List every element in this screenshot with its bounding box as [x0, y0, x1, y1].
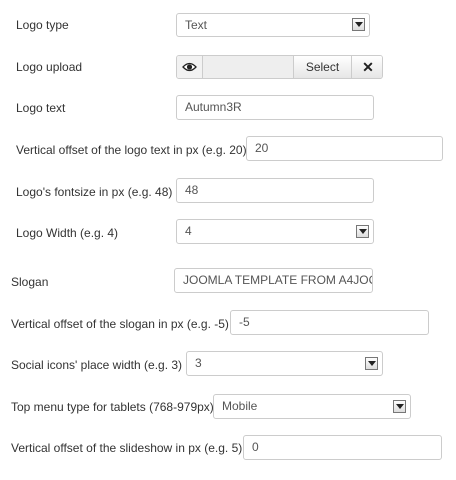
- slogan-offset-label: Vertical offset of the slogan in px (e.g…: [11, 317, 229, 331]
- slideshow-offset-label: Vertical offset of the slideshow in px (…: [11, 441, 243, 455]
- slogan-offset-input[interactable]: -5: [230, 310, 429, 335]
- chevron-down-icon[interactable]: [365, 356, 378, 370]
- slogan-input[interactable]: JOOMLA TEMPLATE FROM A4JOOMLA: [174, 268, 373, 293]
- logo-type-value: Text: [185, 18, 208, 32]
- logo-fontsize-label: Logo's fontsize in px (e.g. 48): [16, 185, 173, 199]
- logo-text-offset-input[interactable]: 20: [246, 136, 443, 161]
- logo-text-label: Logo text: [16, 101, 66, 115]
- logo-fontsize-input[interactable]: 48: [176, 178, 374, 203]
- close-icon[interactable]: ✕: [351, 56, 382, 78]
- logo-width-label: Logo Width (e.g. 4): [16, 226, 119, 240]
- slogan-label: Slogan: [11, 275, 49, 289]
- chevron-down-icon[interactable]: [393, 399, 406, 413]
- logo-upload-label: Logo upload: [16, 60, 83, 74]
- tablet-menu-value: Mobile: [222, 399, 258, 413]
- logo-upload-path: [203, 56, 293, 78]
- template-settings-form: Logo type Text Logo upload Select ✕ Logo…: [0, 0, 456, 480]
- logo-type-select[interactable]: Text: [176, 13, 370, 37]
- logo-width-value: 4: [185, 224, 192, 238]
- eye-icon[interactable]: [177, 56, 203, 78]
- logo-width-select[interactable]: 4: [176, 219, 374, 244]
- select-button[interactable]: Select: [293, 56, 351, 78]
- chevron-down-icon[interactable]: [356, 224, 369, 238]
- tablet-menu-select[interactable]: Mobile: [213, 394, 411, 419]
- logo-type-label: Logo type: [16, 18, 69, 32]
- slideshow-offset-input[interactable]: 0: [243, 435, 442, 460]
- chevron-down-icon[interactable]: [352, 18, 365, 31]
- social-width-value: 3: [195, 356, 202, 370]
- social-width-label: Social icons' place width (e.g. 3): [11, 358, 183, 372]
- tablet-menu-label: Top menu type for tablets (768-979px): [11, 400, 214, 414]
- logo-upload-control: Select ✕: [176, 55, 383, 79]
- logo-text-input[interactable]: Autumn3R: [176, 95, 374, 120]
- eye-icon-svg: [182, 62, 197, 72]
- logo-text-offset-label: Vertical offset of the logo text in px (…: [16, 143, 247, 157]
- social-width-select[interactable]: 3: [186, 351, 383, 376]
